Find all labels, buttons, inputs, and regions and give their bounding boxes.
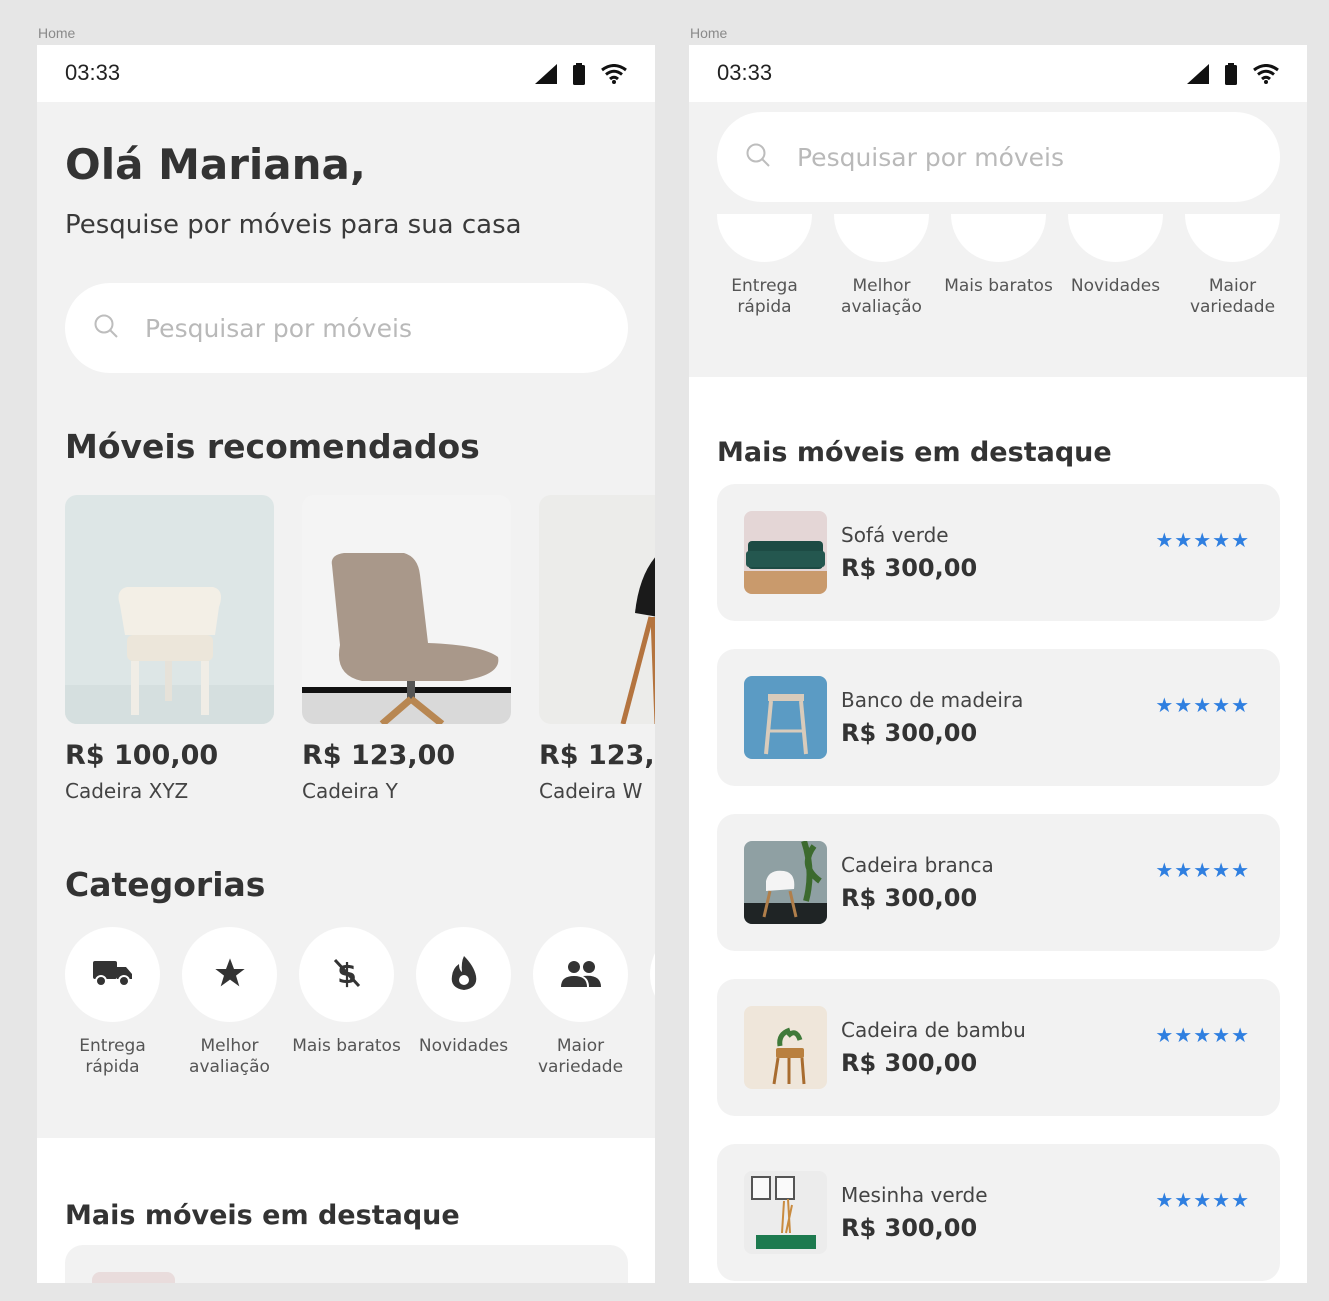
featured-name: Cadeira de bambu bbox=[841, 1018, 1026, 1042]
signal-icon bbox=[1187, 64, 1209, 88]
recommended-list: R$ 100,00 Cadeira XYZ R$ 123,00 Cadeira … bbox=[65, 495, 655, 803]
category-label: Mais baratos bbox=[292, 1036, 401, 1056]
category-label: Entrega rápida bbox=[731, 276, 798, 317]
category-label: Entrega rápida bbox=[79, 1036, 146, 1077]
recommended-card[interactable]: R$ 123,00 Cadeira Y bbox=[302, 495, 511, 803]
status-time: 03:33 bbox=[717, 60, 773, 85]
dollar-off-icon: $ bbox=[332, 956, 362, 994]
rating-stars: ★★★★★ bbox=[1155, 858, 1250, 882]
wifi-icon bbox=[601, 64, 627, 88]
featured-section: Mais móveis em destaque Sofá verde R$ 30… bbox=[689, 377, 1307, 1283]
featured-card[interactable]: Sofá verde R$ 300,00 ★★★★★ bbox=[717, 484, 1280, 621]
featured-section-preview: Mais móveis em destaque bbox=[37, 1138, 655, 1283]
recommended-name: Cadeira XYZ bbox=[65, 779, 189, 803]
featured-thumb-preview bbox=[92, 1272, 175, 1283]
white-chair-thumb bbox=[744, 841, 827, 924]
featured-price: R$ 300,00 bbox=[841, 884, 978, 912]
battery-icon bbox=[573, 63, 585, 89]
rating-stars: ★★★★★ bbox=[1155, 1023, 1250, 1047]
category-label: Mais baratos bbox=[944, 276, 1053, 296]
categories-title: Categorias bbox=[65, 865, 266, 904]
category-cheapest[interactable]: $ Mais baratos bbox=[292, 927, 401, 1078]
search-icon bbox=[717, 142, 771, 172]
featured-price: R$ 300,00 bbox=[841, 719, 978, 747]
chair-y-image bbox=[302, 495, 511, 724]
categories-list: Entrega rápida Melhor avaliação $ Mais b… bbox=[65, 927, 655, 1078]
featured-price: R$ 300,00 bbox=[841, 1049, 978, 1077]
category-label: Melhor avaliação bbox=[189, 1036, 270, 1077]
featured-card-preview[interactable] bbox=[65, 1245, 628, 1283]
bamboo-chair-thumb bbox=[744, 1006, 827, 1089]
featured-name: Sofá verde bbox=[841, 523, 949, 547]
truck-icon bbox=[92, 958, 133, 992]
featured-card[interactable]: Mesinha verde R$ 300,00 ★★★★★ bbox=[717, 1144, 1280, 1281]
sofa-thumb bbox=[744, 511, 827, 594]
recommended-card[interactable]: R$ 123,00 Cadeira W bbox=[539, 495, 655, 803]
status-bar: 03:33 bbox=[37, 45, 655, 102]
category-label: Maior variedade bbox=[1189, 276, 1276, 317]
chair-xyz-image bbox=[65, 495, 274, 724]
featured-card[interactable]: Cadeira de bambu R$ 300,00 ★★★★★ bbox=[717, 979, 1280, 1116]
category-variety[interactable]: Maior variedade bbox=[533, 927, 628, 1078]
search-input[interactable]: Pesquisar por móveis bbox=[717, 112, 1280, 202]
search-placeholder: Pesquisar por móveis bbox=[797, 142, 1065, 172]
featured-price: R$ 300,00 bbox=[841, 554, 978, 582]
featured-price: R$ 300,00 bbox=[841, 1214, 978, 1242]
battery-icon bbox=[1225, 63, 1237, 89]
chair-w-image bbox=[539, 495, 655, 724]
category-label: Melhor avaliação bbox=[841, 276, 922, 317]
greeting-title: Olá Mariana, bbox=[65, 140, 366, 189]
fire-icon bbox=[450, 955, 478, 994]
recommended-price: R$ 123,00 bbox=[302, 740, 456, 771]
signal-icon bbox=[535, 64, 557, 88]
featured-name: Mesinha verde bbox=[841, 1183, 988, 1207]
frame-label-home-scrolled: Home bbox=[690, 25, 728, 41]
status-time: 03:33 bbox=[65, 60, 121, 85]
recommended-card[interactable]: R$ 100,00 Cadeira XYZ bbox=[65, 495, 274, 803]
featured-name: Cadeira branca bbox=[841, 853, 994, 877]
category-label: Maior variedade bbox=[537, 1036, 624, 1077]
greeting-subtitle: Pesquise por móveis para sua casa bbox=[65, 210, 522, 240]
recommended-price: R$ 100,00 bbox=[65, 740, 219, 771]
featured-title: Mais móveis em destaque bbox=[717, 437, 1112, 468]
category-partial[interactable] bbox=[650, 927, 655, 1078]
featured-card[interactable]: Cadeira branca R$ 300,00 ★★★★★ bbox=[717, 814, 1280, 951]
frame-label-home: Home bbox=[38, 25, 76, 41]
featured-name: Banco de madeira bbox=[841, 688, 1024, 712]
rating-stars: ★★★★★ bbox=[1155, 1188, 1250, 1212]
rating-stars: ★★★★★ bbox=[1155, 693, 1250, 717]
category-news[interactable]: Novidades bbox=[416, 927, 511, 1078]
search-placeholder: Pesquisar por móveis bbox=[145, 313, 413, 343]
featured-title: Mais móveis em destaque bbox=[65, 1200, 460, 1231]
search-input[interactable]: Pesquisar por móveis bbox=[65, 283, 628, 373]
star-icon bbox=[214, 957, 246, 993]
featured-card[interactable]: Banco de madeira R$ 300,00 ★★★★★ bbox=[717, 649, 1280, 786]
people-icon bbox=[560, 959, 601, 991]
green-table-thumb bbox=[744, 1171, 827, 1254]
category-label: Novidades bbox=[418, 1036, 509, 1056]
rating-stars: ★★★★★ bbox=[1155, 528, 1250, 552]
home-screen: 03:33 Olá Mariana, Pesquise por móveis p… bbox=[37, 45, 655, 1283]
wifi-icon bbox=[1253, 64, 1279, 88]
search-icon bbox=[65, 313, 119, 343]
recommended-name: Cadeira Y bbox=[302, 779, 398, 803]
stool-thumb bbox=[744, 676, 827, 759]
status-bar: 03:33 bbox=[689, 45, 1307, 102]
category-best-rated[interactable]: Melhor avaliação bbox=[182, 927, 277, 1078]
recommended-price: R$ 123,00 bbox=[539, 740, 655, 771]
recommended-title: Móveis recomendados bbox=[65, 427, 480, 466]
home-screen-scrolled: Entrega rápida Melhor avaliação Mais bar… bbox=[689, 45, 1307, 1283]
recommended-name: Cadeira W bbox=[539, 779, 643, 803]
category-fast-delivery[interactable]: Entrega rápida bbox=[65, 927, 160, 1078]
category-label: Novidades bbox=[1070, 276, 1161, 296]
